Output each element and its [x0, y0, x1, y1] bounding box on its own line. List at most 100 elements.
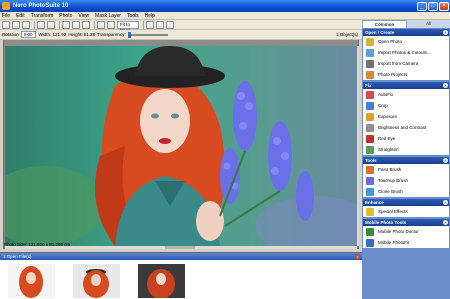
toolbar-separator — [34, 20, 35, 29]
straighten-icon — [366, 145, 374, 154]
maximize-button[interactable]: □ — [428, 1, 438, 11]
section-header[interactable]: Fix ˄ — [363, 82, 449, 89]
menu-file[interactable]: File — [2, 13, 10, 19]
import-icon — [366, 48, 374, 57]
paint-brush-icon — [366, 165, 374, 174]
vertical-scrollbar[interactable] — [357, 46, 359, 246]
new-icon[interactable] — [2, 20, 10, 29]
collapse-icon[interactable]: ˄ — [443, 220, 448, 225]
collapse-icon[interactable]: ˄ — [443, 30, 448, 35]
panel-tabs: Common All — [362, 20, 450, 28]
menu-edit[interactable]: Edit — [16, 13, 25, 19]
save-icon[interactable] — [22, 20, 30, 29]
task-red-eye[interactable]: Red Eye — [363, 133, 449, 144]
crop-icon — [366, 101, 374, 110]
task-photo-projects[interactable]: Photo Projects — [363, 69, 449, 80]
mobile-doctor-icon — [366, 227, 374, 236]
section-fix: Fix ˄ AutoFix Crop Exposure Brightness an… — [363, 82, 449, 155]
title-bar: Nero PhotoSuite 10 _ □ × — [0, 0, 450, 12]
menu-bar: File Edit Transform Photo View Mask Laye… — [0, 12, 450, 20]
transparency-slider[interactable] — [127, 31, 168, 38]
exposure-icon — [366, 112, 374, 121]
zoom-select[interactable]: Fit to Page — [117, 20, 139, 33]
minimize-button[interactable]: _ — [417, 1, 427, 11]
main-toolbar: Fit to Page — [0, 20, 362, 33]
task-import-photos[interactable]: Import Photos & Cutouts... — [363, 47, 449, 58]
menu-mask-layer[interactable]: Mask Layer — [95, 13, 121, 19]
menu-help[interactable]: Help — [145, 13, 155, 19]
open-files-panel: 1 Open File(s) × — [0, 252, 362, 299]
redo-icon[interactable] — [47, 20, 55, 29]
task-mobile-photo-doctor[interactable]: Mobile Photo Doctor — [363, 226, 449, 237]
section-enhance: Enhance ˄ Special Effects — [363, 199, 449, 217]
folder-icon — [366, 37, 374, 46]
paste-icon[interactable] — [82, 20, 90, 29]
share-icon[interactable] — [166, 20, 174, 29]
collapse-icon[interactable]: ˄ — [443, 200, 448, 205]
tab-common[interactable]: Common — [362, 20, 407, 28]
collapse-icon[interactable]: ˄ — [443, 158, 448, 163]
open-icon[interactable] — [12, 20, 20, 29]
close-button[interactable]: × — [439, 1, 449, 11]
print-icon[interactable] — [146, 20, 154, 29]
section-header[interactable]: Open / Create ˄ — [363, 29, 449, 36]
width-field: Width: 121.92 — [38, 32, 67, 37]
task-paint-brush[interactable]: Paint Brush — [363, 164, 449, 175]
touchup-brush-icon — [366, 176, 374, 185]
photo-size-status: Photo Size: 121.920 x 81.280 cm — [4, 242, 71, 247]
object-count: 1 Object(s) — [335, 32, 358, 37]
rotation-label: Rotation — [2, 32, 19, 37]
brightness-icon — [366, 123, 374, 132]
section-header[interactable]: Mobile Photo Tools ˄ — [363, 219, 449, 226]
section-mobile-tools: Mobile Photo Tools ˄ Mobile Photo Doctor … — [363, 219, 449, 248]
cut-icon[interactable] — [62, 20, 70, 29]
menu-view[interactable]: View — [78, 13, 89, 19]
transparency-label: Transparency: — [97, 32, 126, 37]
task-autofix[interactable]: AutoFix — [363, 89, 449, 100]
menu-tools[interactable]: Tools — [127, 13, 139, 19]
task-crop[interactable]: Crop — [363, 100, 449, 111]
autofix-icon — [366, 90, 374, 99]
task-clone-brush[interactable]: Clone Brush — [363, 186, 449, 197]
task-open-photo[interactable]: Open Photo — [363, 36, 449, 47]
zoom-out-icon[interactable] — [107, 20, 115, 29]
red-eye-icon — [366, 134, 374, 143]
collapse-icon[interactable]: ˄ — [443, 83, 448, 88]
task-mobile-photofit[interactable]: Mobile PhotoFit — [363, 237, 449, 248]
special-effects-icon — [366, 207, 374, 216]
window-title: Nero PhotoSuite 10 — [13, 3, 69, 9]
thumbnail[interactable] — [138, 264, 185, 298]
thumbnail[interactable] — [8, 264, 55, 298]
toolbar-separator — [59, 20, 60, 29]
toolbar-separator — [94, 20, 95, 29]
task-special-effects[interactable]: Special Effects — [363, 206, 449, 217]
task-import-camera[interactable]: Import from Camera — [363, 58, 449, 69]
section-tools: Tools ˄ Paint Brush Touchup Brush Clone B… — [363, 157, 449, 197]
task-exposure[interactable]: Exposure — [363, 111, 449, 122]
copy-icon[interactable] — [72, 20, 80, 29]
zoom-in-icon[interactable] — [97, 20, 105, 29]
main-photo[interactable] — [5, 46, 357, 246]
scroll-thumb[interactable] — [165, 246, 195, 249]
section-open-create: Open / Create ˄ Open Photo Import Photos … — [363, 29, 449, 80]
rotation-field[interactable]: 0.00 — [20, 31, 36, 38]
slider-thumb[interactable] — [127, 31, 131, 38]
menu-photo[interactable]: Photo — [59, 13, 72, 19]
canvas-window: Canvas - IMG_7165.JPG × — [3, 21, 359, 249]
section-header[interactable]: Enhance ˄ — [363, 199, 449, 206]
height-field: Height: 81.28 — [68, 32, 96, 37]
task-straighten[interactable]: Straighten — [363, 144, 449, 155]
tab-all[interactable]: All — [407, 20, 450, 28]
open-files-close-button[interactable]: × — [355, 254, 360, 259]
section-header[interactable]: Tools ˄ — [363, 157, 449, 164]
menu-transform[interactable]: Transform — [31, 13, 54, 19]
clone-brush-icon — [366, 187, 374, 196]
projects-icon — [366, 70, 374, 79]
email-icon[interactable] — [156, 20, 164, 29]
thumbnail[interactable] — [73, 264, 120, 298]
undo-icon[interactable] — [37, 20, 45, 29]
task-touchup-brush[interactable]: Touchup Brush — [363, 175, 449, 186]
open-files-header: 1 Open File(s) × — [0, 253, 362, 260]
task-brightness-contrast[interactable]: Brightness and Contrast — [363, 122, 449, 133]
open-files-count: 1 Open File(s) — [3, 254, 32, 259]
